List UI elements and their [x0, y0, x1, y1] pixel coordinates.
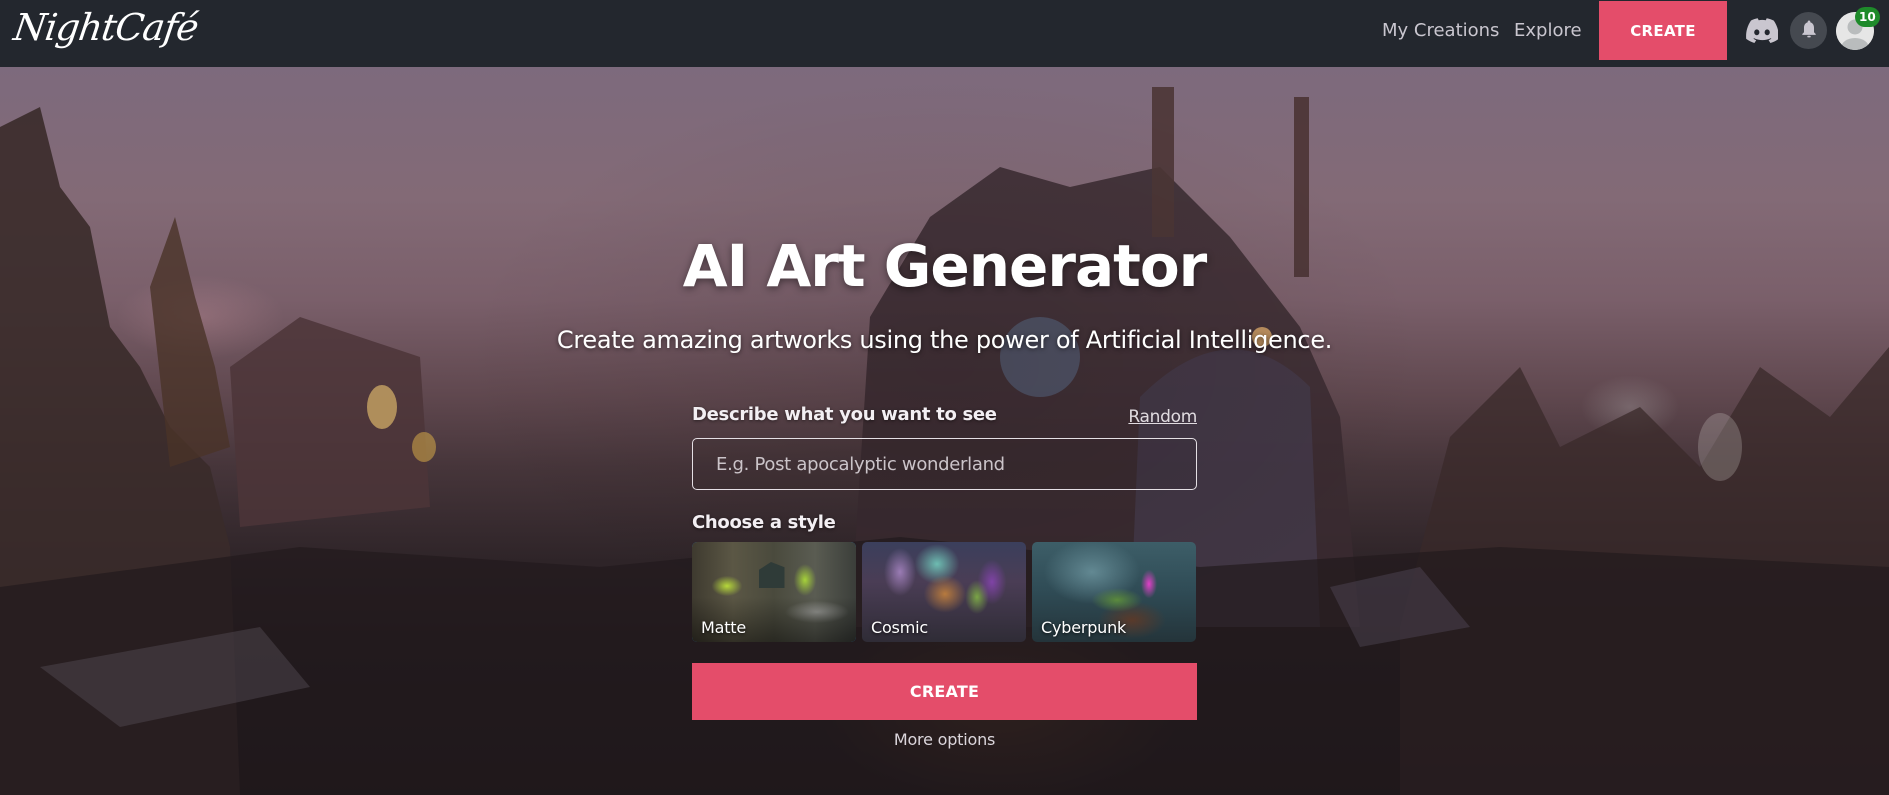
random-prompt-link[interactable]: Random — [1128, 407, 1197, 427]
style-name: Matte — [701, 618, 747, 637]
page-subtitle: Create amazing artworks using the power … — [556, 326, 1333, 354]
create-button[interactable]: CREATE — [692, 663, 1197, 720]
header-create-button[interactable]: CREATE — [1599, 1, 1727, 60]
discord-icon[interactable] — [1746, 17, 1779, 43]
style-card-matte[interactable]: Matte — [692, 542, 856, 642]
prompt-label: Describe what you want to see — [692, 404, 997, 425]
style-label: Choose a style — [692, 512, 836, 533]
style-name: Cyberpunk — [1041, 618, 1127, 637]
style-selector: Matte Cosmic Cyberpunk — [692, 542, 1197, 642]
nightcafe-logo[interactable]: NightCafé — [11, 6, 201, 49]
notification-count-badge: 10 — [1855, 7, 1880, 27]
style-name: Cosmic — [871, 618, 928, 637]
prompt-input[interactable] — [692, 438, 1197, 490]
page-title: AI Art Generator — [682, 232, 1208, 300]
bell-icon — [1801, 19, 1817, 43]
more-options-link[interactable]: More options — [692, 730, 1197, 749]
nav-explore[interactable]: Explore — [1514, 20, 1582, 41]
nav-my-creations[interactable]: My Creations — [1382, 20, 1499, 41]
notifications-button[interactable] — [1790, 12, 1827, 49]
top-navigation-bar: NightCafé My Creations Explore CREATE 10 — [0, 0, 1889, 67]
style-card-cosmic[interactable]: Cosmic — [862, 542, 1026, 642]
style-card-cyberpunk[interactable]: Cyberpunk — [1032, 542, 1196, 642]
